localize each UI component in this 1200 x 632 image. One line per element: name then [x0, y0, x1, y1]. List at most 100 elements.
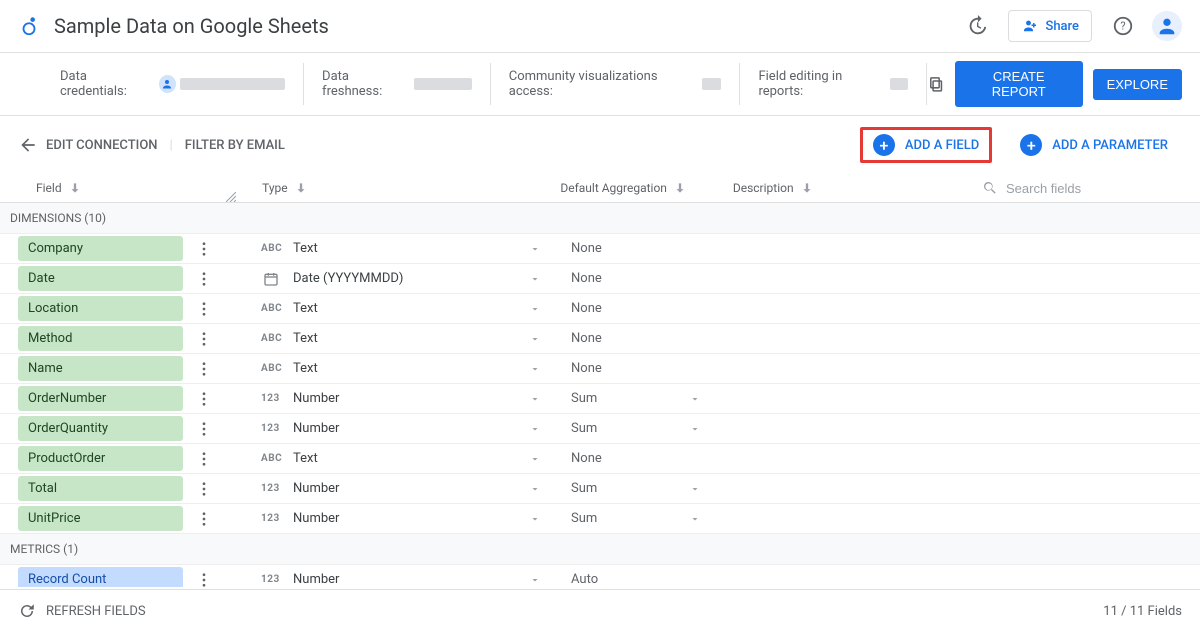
- explore-button[interactable]: EXPLORE: [1093, 69, 1182, 100]
- type-cell[interactable]: 123Number: [261, 421, 571, 436]
- refresh-icon[interactable]: [18, 602, 36, 620]
- aggregation-cell[interactable]: Sum: [571, 511, 721, 526]
- plus-icon: +: [1020, 134, 1042, 156]
- kebab-icon[interactable]: [195, 360, 213, 378]
- metrics-rows: Record Count 123NumberAuto: [0, 565, 1200, 587]
- col-type[interactable]: Type: [244, 181, 560, 195]
- field-chip[interactable]: OrderNumber: [18, 386, 183, 411]
- table-row: UnitPrice 123NumberSum: [0, 504, 1200, 534]
- aggregation-label: None: [571, 331, 602, 346]
- type-label: Number: [293, 421, 339, 436]
- aggregation-cell[interactable]: None: [571, 241, 721, 256]
- filter-by-email-link[interactable]: FILTER BY EMAIL: [185, 138, 285, 153]
- field-chip[interactable]: Date: [18, 266, 183, 291]
- aggregation-cell[interactable]: None: [571, 331, 721, 346]
- field-chip[interactable]: Company: [18, 236, 183, 261]
- aggregation-cell[interactable]: None: [571, 301, 721, 316]
- field-chip[interactable]: UnitPrice: [18, 506, 183, 531]
- history-icon[interactable]: [966, 15, 988, 37]
- type-cell[interactable]: 123Number: [261, 572, 571, 587]
- text-type-icon: ABC: [261, 303, 283, 314]
- refresh-fields-link[interactable]: REFRESH FIELDS: [46, 604, 146, 619]
- type-cell[interactable]: ABCText: [261, 331, 571, 346]
- dimensions-section-label: DIMENSIONS (10): [0, 203, 1200, 234]
- chevron-down-icon: [529, 513, 541, 525]
- aggregation-cell[interactable]: Sum: [571, 391, 721, 406]
- sort-arrow-icon: [294, 181, 308, 195]
- type-cell[interactable]: 123Number: [261, 481, 571, 496]
- kebab-icon[interactable]: [195, 300, 213, 318]
- sort-arrow-icon: [68, 181, 82, 195]
- kebab-icon[interactable]: [195, 450, 213, 468]
- table-row: Location ABCTextNone: [0, 294, 1200, 324]
- aggregation-label: Sum: [571, 391, 597, 406]
- resize-grip-icon[interactable]: [226, 191, 236, 201]
- kebab-icon[interactable]: [195, 571, 213, 588]
- type-cell[interactable]: ABCText: [261, 361, 571, 376]
- type-cell[interactable]: ABCText: [261, 241, 571, 256]
- chevron-down-icon: [529, 393, 541, 405]
- kebab-icon[interactable]: [195, 510, 213, 528]
- aggregation-cell[interactable]: Sum: [571, 421, 721, 436]
- type-label: Number: [293, 511, 339, 526]
- data-freshness[interactable]: Data freshness:: [304, 63, 491, 105]
- type-cell[interactable]: ABCText: [261, 301, 571, 316]
- footer: REFRESH FIELDS 11 / 11 Fields: [0, 589, 1200, 632]
- type-cell[interactable]: ABCText: [261, 451, 571, 466]
- field-chip[interactable]: OrderQuantity: [18, 416, 183, 441]
- copy-icon[interactable]: [927, 74, 945, 94]
- field-chip[interactable]: Total: [18, 476, 183, 501]
- field-chip[interactable]: Method: [18, 326, 183, 351]
- search-fields[interactable]: [982, 180, 1182, 196]
- chevron-down-icon: [529, 273, 541, 285]
- field-chip[interactable]: Record Count: [18, 567, 183, 587]
- kebab-icon[interactable]: [195, 480, 213, 498]
- aggregation-cell[interactable]: None: [571, 451, 721, 466]
- col-description[interactable]: Description: [733, 181, 982, 195]
- field-chip[interactable]: Location: [18, 296, 183, 321]
- add-field-button[interactable]: + ADD A FIELD: [860, 127, 992, 163]
- text-type-icon: ABC: [261, 363, 283, 374]
- add-parameter-button[interactable]: + ADD A PARAMETER: [1006, 126, 1182, 164]
- kebab-icon[interactable]: [195, 270, 213, 288]
- aggregation-label: Sum: [571, 421, 597, 436]
- share-button[interactable]: Share: [1008, 10, 1092, 42]
- metrics-section-label: METRICS (1): [0, 534, 1200, 565]
- table-row: OrderQuantity 123NumberSum: [0, 414, 1200, 444]
- user-avatar[interactable]: [1152, 11, 1182, 41]
- field-editing[interactable]: Field editing in reports:: [740, 63, 926, 105]
- kebab-icon[interactable]: [195, 330, 213, 348]
- settings-bar: Data credentials: Data freshness: Commun…: [0, 53, 1200, 116]
- field-chip[interactable]: ProductOrder: [18, 446, 183, 471]
- table-row: Date Date (YYYYMMDD)None: [0, 264, 1200, 294]
- help-icon[interactable]: ?: [1112, 15, 1134, 37]
- table-row: Record Count 123NumberAuto: [0, 565, 1200, 587]
- aggregation-cell[interactable]: None: [571, 361, 721, 376]
- search-input[interactable]: [1006, 181, 1182, 196]
- credentials-avatar-icon: [159, 75, 176, 93]
- col-aggregation[interactable]: Default Aggregation: [560, 181, 732, 195]
- aggregation-cell[interactable]: Sum: [571, 481, 721, 496]
- chevron-down-icon: [689, 483, 701, 495]
- aggregation-label: None: [571, 451, 602, 466]
- aggregation-cell[interactable]: Auto: [571, 572, 721, 587]
- back-arrow-icon[interactable]: [18, 135, 38, 155]
- type-cell[interactable]: 123Number: [261, 391, 571, 406]
- col-field[interactable]: Field: [18, 181, 244, 195]
- aggregation-cell[interactable]: None: [571, 271, 721, 286]
- create-report-button[interactable]: CREATE REPORT: [955, 61, 1083, 107]
- page-title: Sample Data on Google Sheets: [54, 14, 956, 38]
- data-credentials[interactable]: Data credentials:: [18, 63, 304, 105]
- kebab-icon[interactable]: [195, 420, 213, 438]
- field-chip[interactable]: Name: [18, 356, 183, 381]
- kebab-icon[interactable]: [195, 390, 213, 408]
- community-visualizations[interactable]: Community visualizations access:: [491, 63, 741, 105]
- kebab-icon[interactable]: [195, 240, 213, 258]
- text-type-icon: ABC: [261, 333, 283, 344]
- edit-connection-link[interactable]: EDIT CONNECTION: [46, 138, 158, 153]
- table-row: Total 123NumberSum: [0, 474, 1200, 504]
- table-row: Name ABCTextNone: [0, 354, 1200, 384]
- type-cell[interactable]: Date (YYYYMMDD): [261, 271, 571, 287]
- type-cell[interactable]: 123Number: [261, 511, 571, 526]
- dimensions-rows: CompanyABCTextNoneDateDate (YYYYMMDD)Non…: [0, 234, 1200, 534]
